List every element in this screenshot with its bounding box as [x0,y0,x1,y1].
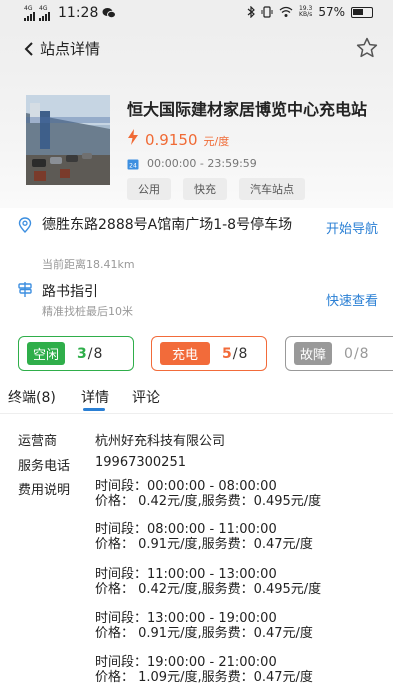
station-photo-image [26,95,110,185]
chevron-left-icon [24,41,33,56]
status-fault-card[interactable]: 故障 0/8 [285,336,393,371]
vibrate-icon [261,6,273,18]
fee-price: 价格： 0.42元/度,服务费：0.495元/度 [95,582,322,597]
net-speed-unit: KB/s [299,11,313,18]
fee-period: 时间段：19:00:00 - 21:00:00 [95,655,277,670]
status-fault-count: 0/8 [344,346,370,362]
station-photo[interactable] [26,95,110,185]
station-name: 恒大国际建材家居博览中心充电站 [127,100,368,119]
phone-value[interactable]: 19967300251 [95,455,186,470]
start-navigation-link[interactable]: 开始导航 [326,218,378,237]
tab-terminals[interactable]: 终端(8) [8,387,56,407]
fee-item: 时间段：08:00:00 - 11:00:00 价格： 0.91元/度,服务费：… [95,522,385,552]
net-speed: 19.3 KB/s [299,6,312,18]
guide-title: 路书指引 [42,284,98,300]
location-pin-icon [18,217,32,233]
operator-value: 杭州好充科技有限公司 [95,434,226,449]
quick-view-link[interactable]: 快速查看 [326,290,378,309]
status-charging-count: 5/8 [222,346,248,362]
battery-percent: 57% [318,5,345,19]
open-hours: 00:00:00 - 23:59:59 [147,157,257,170]
clock: 11:28 [58,5,99,21]
status-idle-card[interactable]: 空闲 3/8 [18,336,134,371]
signal-2: 4G [39,5,50,21]
battery-icon [351,6,373,18]
svg-text:24: 24 [129,162,137,169]
signal-bars-icon [39,11,50,21]
fee-price: 价格： 0.42元/度,服务费：0.495元/度 [95,494,322,509]
status-charging-card[interactable]: 充电 5/8 [151,336,267,371]
station-tags: 公用 快充 汽车站点 [127,178,393,200]
price-unit: 元/度 [203,135,230,148]
page-title: 站点详情 [40,40,101,58]
fee-item: 时间段：11:00:00 - 13:00:00 价格： 0.42元/度,服务费：… [95,567,385,597]
active-tab-indicator [83,408,105,411]
station-price: 0.9150 [145,131,198,149]
fee-item: 时间段：00:00:00 - 08:00:00 价格： 0.42元/度,服务费：… [95,479,385,509]
calendar-24h-icon: 24 [127,159,139,169]
station-address: 德胜东路2888号A馆南广场1-8号停车场 [42,217,293,233]
wechat-icon [102,8,117,19]
back-button[interactable]: 站点详情 [24,38,100,59]
fee-price: 价格： 0.91元/度,服务费：0.47元/度 [95,537,313,552]
tag-fast-charge: 快充 [183,178,227,200]
status-fault-label: 故障 [294,342,333,365]
fee-item: 时间段：13:00:00 - 19:00:00 价格： 0.91元/度,服务费：… [95,611,385,641]
detail-tabs: 终端(8) 详情 评论 [0,382,393,414]
fault-count: 0 [344,345,354,362]
status-idle-label: 空闲 [27,342,66,365]
status-idle-count: 3/8 [77,346,103,362]
fault-total: /8 [353,345,370,362]
bluetooth-icon [247,6,255,18]
signal-1: 4G [24,5,35,21]
tag-public: 公用 [127,178,171,200]
signal-bars-icon [24,11,35,21]
station-distance: 当前距离18.41km [42,258,135,271]
lightning-icon [128,129,138,145]
hours-row: 24 00:00:00 - 23:59:59 [127,157,393,170]
price-row: 0.9150 元/度 [127,129,393,149]
status-bar: 4G 4G 11:28 19.3 KB/s 57% [0,0,393,26]
phone-label: 服务电话 [18,459,71,474]
favorite-star-icon[interactable] [355,36,379,60]
charging-total: /8 [232,345,249,362]
fee-period: 时间段：13:00:00 - 19:00:00 [95,611,277,626]
fee-price: 价格： 0.91元/度,服务费：0.47元/度 [95,626,313,641]
signpost-icon [18,282,32,297]
fee-period: 时间段：00:00:00 - 08:00:00 [95,479,277,494]
operator-label: 运营商 [18,434,58,449]
station-info: 恒大国际建材家居博览中心充电站 0.9150 元/度 24 00:00:00 -… [127,96,393,200]
fee-price: 价格： 1.09元/度,服务费：0.47元/度 [95,670,313,685]
nav-bar: 站点详情 [0,30,393,70]
tab-details[interactable]: 详情 [81,387,109,407]
fee-period: 时间段：11:00:00 - 13:00:00 [95,567,277,582]
tab-reviews[interactable]: 评论 [132,387,160,407]
guide-subtitle: 精准找桩最后10米 [42,305,133,318]
idle-count: 3 [77,345,88,362]
fee-period: 时间段：08:00:00 - 11:00:00 [95,522,277,537]
connector-status-row: 空闲 3/8 充电 5/8 故障 0/8 [18,336,393,372]
fee-item: 时间段：19:00:00 - 21:00:00 价格： 1.09元/度,服务费：… [95,655,385,685]
fee-label: 费用说明 [18,483,71,498]
charging-count: 5 [222,345,233,362]
status-charging-label: 充电 [160,342,211,365]
idle-total: /8 [87,345,104,362]
tag-car-station: 汽车站点 [239,178,305,200]
wifi-icon [279,6,293,17]
